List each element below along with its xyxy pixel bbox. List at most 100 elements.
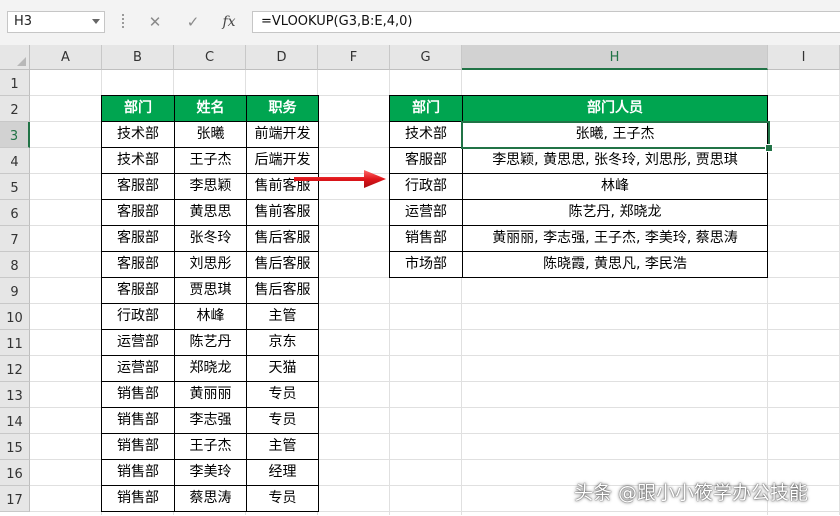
left-table-header: 姓名 — [174, 95, 247, 122]
left-table-cell[interactable]: 售后客服 — [246, 277, 319, 304]
insert-function-icon[interactable]: fx — [218, 11, 240, 33]
spreadsheet-grid[interactable]: A B C D F G H I 1 2 3 4 5 6 7 8 9 10 11 12 13 14 15 16 17 部门 姓名 职务技… — [0, 45, 840, 515]
left-table-cell[interactable]: 李美玲 — [174, 459, 247, 486]
left-table-cell[interactable]: 刘思彤 — [174, 251, 247, 278]
left-table-cell[interactable]: 售后客服 — [246, 251, 319, 278]
row-header-11[interactable]: 11 — [0, 330, 30, 356]
row-header-5[interactable]: 5 — [0, 174, 30, 200]
left-table-cell[interactable]: 主管 — [246, 433, 319, 460]
left-table-cell[interactable]: 王子杰 — [174, 147, 247, 174]
right-table-cell[interactable]: 销售部 — [389, 225, 463, 252]
right-table-cell[interactable]: 市场部 — [389, 251, 463, 278]
column-header-c[interactable]: C — [174, 45, 246, 70]
left-table-cell[interactable]: 陈艺丹 — [174, 329, 247, 356]
row-header-17[interactable]: 17 — [0, 486, 30, 512]
left-table-cell[interactable]: 李思颖 — [174, 173, 247, 200]
left-table-cell[interactable]: 贾思琪 — [174, 277, 247, 304]
row-header-16[interactable]: 16 — [0, 460, 30, 486]
left-table-cell[interactable]: 黄思思 — [174, 199, 247, 226]
chevron-down-icon[interactable] — [92, 19, 100, 24]
left-table-cell[interactable]: 客服部 — [101, 199, 175, 226]
left-table-cell[interactable]: 客服部 — [101, 173, 175, 200]
left-table-cell[interactable]: 黄丽丽 — [174, 381, 247, 408]
left-table-cell[interactable]: 销售部 — [101, 433, 175, 460]
row-header-9[interactable]: 9 — [0, 278, 30, 304]
right-table-header: 部门人员 — [462, 95, 768, 122]
formula-buttons: ✕ ✓ fx — [138, 11, 248, 33]
left-table-cell[interactable]: 售前客服 — [246, 199, 319, 226]
left-table-cell[interactable]: 行政部 — [101, 303, 175, 330]
right-table-cell[interactable]: 陈艺丹, 郑晓龙 — [462, 199, 768, 226]
row-header-2[interactable]: 2 — [0, 96, 30, 122]
left-table-cell[interactable]: 林峰 — [174, 303, 247, 330]
left-table-cell[interactable]: 专员 — [246, 407, 319, 434]
left-table-cell[interactable]: 专员 — [246, 485, 319, 512]
left-table-cell[interactable]: 客服部 — [101, 225, 175, 252]
column-header-g[interactable]: G — [390, 45, 462, 70]
column-header-a[interactable]: A — [30, 45, 102, 70]
left-table-cell[interactable]: 售后客服 — [246, 225, 319, 252]
left-table-cell[interactable]: 客服部 — [101, 251, 175, 278]
column-header-i[interactable]: I — [768, 45, 840, 70]
left-table-cell[interactable]: 主管 — [246, 303, 319, 330]
right-table-cell[interactable]: 林峰 — [462, 173, 768, 200]
right-table-cell[interactable]: 客服部 — [389, 147, 463, 174]
right-table-cell[interactable]: 行政部 — [389, 173, 463, 200]
right-table-header: 部门 — [389, 95, 463, 122]
left-table-cell[interactable]: 经理 — [246, 459, 319, 486]
row-header-10[interactable]: 10 — [0, 304, 30, 330]
right-table-cell[interactable]: 李思颖, 黄思思, 张冬玲, 刘思彤, 贾思琪 — [462, 147, 768, 174]
left-table-cell[interactable]: 销售部 — [101, 407, 175, 434]
watermark: 头条 @跟小小筱学办公技能 — [574, 482, 809, 504]
row-header-14[interactable]: 14 — [0, 408, 30, 434]
row-header-15[interactable]: 15 — [0, 434, 30, 460]
row-header-13[interactable]: 13 — [0, 382, 30, 408]
row-header-6[interactable]: 6 — [0, 200, 30, 226]
arrow-right-icon — [294, 170, 386, 188]
formula-input[interactable]: =VLOOKUP(G3,B:E,4,0) — [252, 11, 840, 33]
column-header-b[interactable]: B — [102, 45, 174, 70]
left-table-cell[interactable]: 张冬玲 — [174, 225, 247, 252]
name-box-value: H3 — [14, 14, 33, 29]
left-table-header: 职务 — [246, 95, 319, 122]
left-table-cell[interactable]: 技术部 — [101, 121, 175, 148]
row-header-8[interactable]: 8 — [0, 252, 30, 278]
selected-cell-outline — [461, 121, 770, 149]
left-table-cell[interactable]: 京东 — [246, 329, 319, 356]
enter-icon[interactable]: ✓ — [182, 11, 204, 33]
column-header-h[interactable]: H — [462, 45, 768, 70]
left-table-cell[interactable]: 客服部 — [101, 277, 175, 304]
select-all-icon — [17, 57, 26, 66]
left-table-cell[interactable]: 张曦 — [174, 121, 247, 148]
left-table-cell[interactable]: 技术部 — [101, 147, 175, 174]
row-header-3[interactable]: 3 — [0, 122, 30, 148]
cancel-icon[interactable]: ✕ — [144, 11, 166, 33]
left-table-cell[interactable]: 前端开发 — [246, 121, 319, 148]
column-header-f[interactable]: F — [318, 45, 390, 70]
left-table-cell[interactable]: 专员 — [246, 381, 319, 408]
left-table-cell[interactable]: 销售部 — [101, 459, 175, 486]
right-table-cell[interactable]: 技术部 — [389, 121, 463, 148]
column-header-d[interactable]: D — [246, 45, 318, 70]
left-table-cell[interactable]: 销售部 — [101, 381, 175, 408]
row-header-1[interactable]: 1 — [0, 70, 30, 96]
left-table-cell[interactable]: 运营部 — [101, 355, 175, 382]
right-table-cell[interactable]: 运营部 — [389, 199, 463, 226]
right-table-cell[interactable]: 陈晓霞, 黄思凡, 李民浩 — [462, 251, 768, 278]
row-header-12[interactable]: 12 — [0, 356, 30, 382]
select-all-corner[interactable] — [0, 45, 30, 70]
left-table-cell[interactable]: 销售部 — [101, 485, 175, 512]
fill-handle[interactable] — [765, 144, 773, 152]
row-header-4[interactable]: 4 — [0, 148, 30, 174]
left-table-cell[interactable]: 王子杰 — [174, 433, 247, 460]
left-table-cell[interactable]: 天猫 — [246, 355, 319, 382]
left-table-cell[interactable]: 李志强 — [174, 407, 247, 434]
left-table-cell[interactable]: 郑晓龙 — [174, 355, 247, 382]
left-table-cell[interactable]: 蔡思涛 — [174, 485, 247, 512]
left-table-header: 部门 — [101, 95, 175, 122]
name-box[interactable]: H3 — [7, 11, 105, 33]
left-table-cell[interactable]: 运营部 — [101, 329, 175, 356]
right-table-cell[interactable]: 黄丽丽, 李志强, 王子杰, 李美玲, 蔡思涛 — [462, 225, 768, 252]
row-header-7[interactable]: 7 — [0, 226, 30, 252]
formula-bar-grip[interactable] — [122, 14, 124, 30]
